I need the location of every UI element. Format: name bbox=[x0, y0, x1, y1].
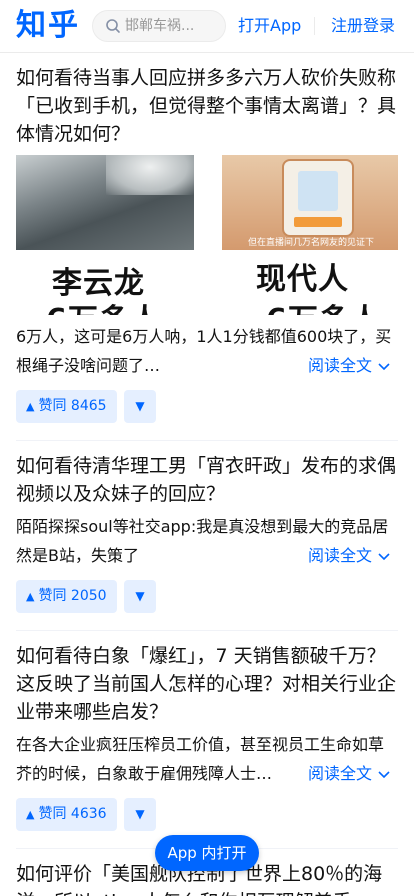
answer-thumbnail[interactable]: 但在直播间几万名网友的见证下 李云龙 现代人 6万多人 6万多人 bbox=[16, 155, 398, 315]
read-more-link[interactable]: 阅读全文 bbox=[306, 355, 400, 377]
thumbnail-caption-right: 现代人 bbox=[256, 262, 349, 297]
upvote-button[interactable]: ▲ 赞同 2050 bbox=[16, 580, 117, 613]
card-divider bbox=[16, 440, 398, 441]
read-more-label: 阅读全文 bbox=[308, 764, 373, 783]
phone-image bbox=[282, 159, 354, 237]
upvote-arrow-icon: ▲ bbox=[26, 808, 35, 821]
search-box[interactable] bbox=[92, 10, 226, 42]
upvote-label: 赞同 bbox=[38, 588, 67, 604]
header-divider bbox=[314, 17, 315, 35]
read-more-label: 阅读全文 bbox=[308, 546, 373, 565]
top-bar: 知乎 打开App 注册登录 bbox=[0, 0, 414, 53]
upvote-label: 赞同 bbox=[38, 398, 67, 414]
upvote-count: 4636 bbox=[70, 806, 107, 822]
downvote-arrow-icon: ▼ bbox=[135, 399, 145, 413]
thumbnail-small-caption: 但在直播间几万名网友的见证下 bbox=[248, 238, 375, 248]
card-divider bbox=[16, 630, 398, 631]
chevron-down-icon bbox=[378, 552, 390, 560]
downvote-button[interactable]: ▼ bbox=[124, 798, 156, 831]
search-input[interactable] bbox=[125, 11, 221, 41]
downvote-arrow-icon: ▼ bbox=[135, 589, 145, 603]
upvote-label: 赞同 bbox=[38, 806, 67, 822]
question-title[interactable]: 如何看待清华理工男「宵衣旰政」发布的求偶视频以及众妹子的回应？ bbox=[16, 452, 400, 508]
upvote-arrow-icon: ▲ bbox=[26, 590, 35, 603]
upvote-button[interactable]: ▲ 赞同 4636 bbox=[16, 798, 117, 831]
upvote-arrow-icon: ▲ bbox=[26, 400, 35, 413]
login-register-link[interactable]: 注册登录 bbox=[331, 15, 395, 37]
read-more-link[interactable]: 阅读全文 bbox=[306, 545, 400, 567]
thumbnail-caption-right-2: 6万多人 bbox=[266, 295, 381, 315]
read-more-link[interactable]: 阅读全文 bbox=[306, 763, 400, 785]
open-app-link[interactable]: 打开App bbox=[238, 15, 301, 37]
downvote-button[interactable]: ▼ bbox=[124, 580, 156, 613]
upvote-count: 2050 bbox=[70, 588, 107, 604]
downvote-arrow-icon: ▼ bbox=[135, 807, 145, 821]
chevron-down-icon bbox=[378, 362, 390, 370]
question-title[interactable]: 如何看待当事人回应拼多多六万人砍价失败称「已收到手机，但觉得整个事情太离谱」？具… bbox=[16, 64, 400, 148]
thumbnail-left-photo bbox=[16, 155, 194, 250]
downvote-button[interactable]: ▼ bbox=[124, 390, 156, 423]
upvote-count: 8465 bbox=[70, 398, 107, 414]
search-icon bbox=[106, 19, 120, 33]
zhihu-logo[interactable]: 知乎 bbox=[16, 6, 80, 46]
question-title[interactable]: 如何看待白象「爆红」，7 天销售额破千万？这反映了当前国人怎样的心理？对相关行业… bbox=[16, 642, 400, 726]
chevron-down-icon bbox=[378, 770, 390, 778]
thumbnail-caption-left-2: 6万多人 bbox=[46, 295, 161, 315]
upvote-button[interactable]: ▲ 赞同 8465 bbox=[16, 390, 117, 423]
read-more-label: 阅读全文 bbox=[308, 356, 373, 375]
open-in-app-button[interactable]: App 内打开 bbox=[155, 835, 259, 871]
